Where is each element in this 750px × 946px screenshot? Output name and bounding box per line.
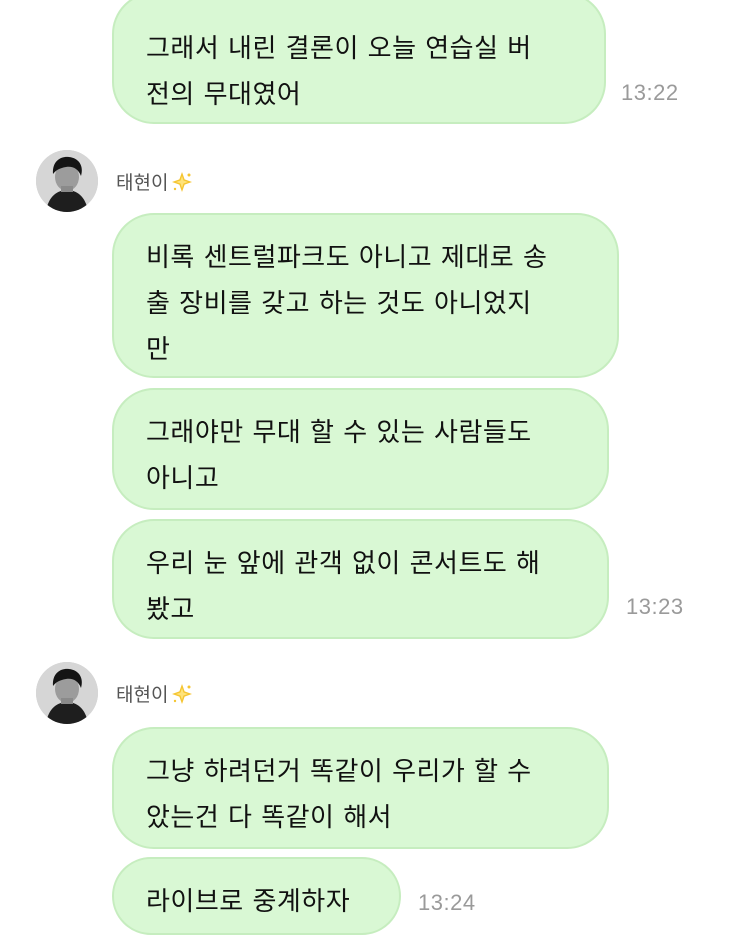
message-text: 그냥 하려던거 똑같이 우리가 할 수 았는건 다 똑같이 해서 (146, 757, 532, 833)
message-text: 라이브로 중계하자 (146, 887, 351, 917)
message-bubble[interactable]: 그래야만 무대 할 수 있는 사람들도 아니고 (112, 388, 609, 510)
sender-name-text: 태현이 (116, 684, 169, 706)
message-bubble[interactable]: 우리 눈 앞에 관객 없이 콘서트도 해 봤고 (112, 519, 609, 639)
sparkle-star-icon (170, 170, 194, 199)
avatar[interactable] (36, 150, 98, 212)
sparkle-star-icon (170, 682, 194, 711)
message-text: 우리 눈 앞에 관객 없이 콘서트도 해 봤고 (146, 549, 541, 625)
message-text: 그래야만 무대 할 수 있는 사람들도 아니고 (146, 418, 532, 494)
sender-name: 태현이 (116, 680, 194, 711)
message-text: 비록 센트럴파크도 아니고 제대로 송 출 장비를 갖고 하는 것도 아니었지 … (146, 243, 548, 365)
message-bubble[interactable]: 그냥 하려던거 똑같이 우리가 할 수 았는건 다 똑같이 해서 (112, 727, 609, 849)
message-bubble[interactable]: 라이브로 중계하자 (112, 857, 401, 935)
message-text: 그래서 내린 결론이 오늘 연습실 버 전의 무대였어 (146, 34, 532, 110)
message-timestamp: 13:23 (626, 594, 684, 619)
avatar[interactable] (36, 662, 98, 724)
sender-name: 태현이 (116, 168, 194, 199)
message-bubble[interactable]: 그래서 내린 결론이 오늘 연습실 버 전의 무대였어 (112, 0, 606, 124)
message-bubble[interactable]: 비록 센트럴파크도 아니고 제대로 송 출 장비를 갖고 하는 것도 아니었지 … (112, 213, 619, 378)
message-timestamp: 13:24 (418, 890, 476, 915)
sender-name-text: 태현이 (116, 172, 169, 194)
message-timestamp: 13:22 (621, 80, 679, 105)
